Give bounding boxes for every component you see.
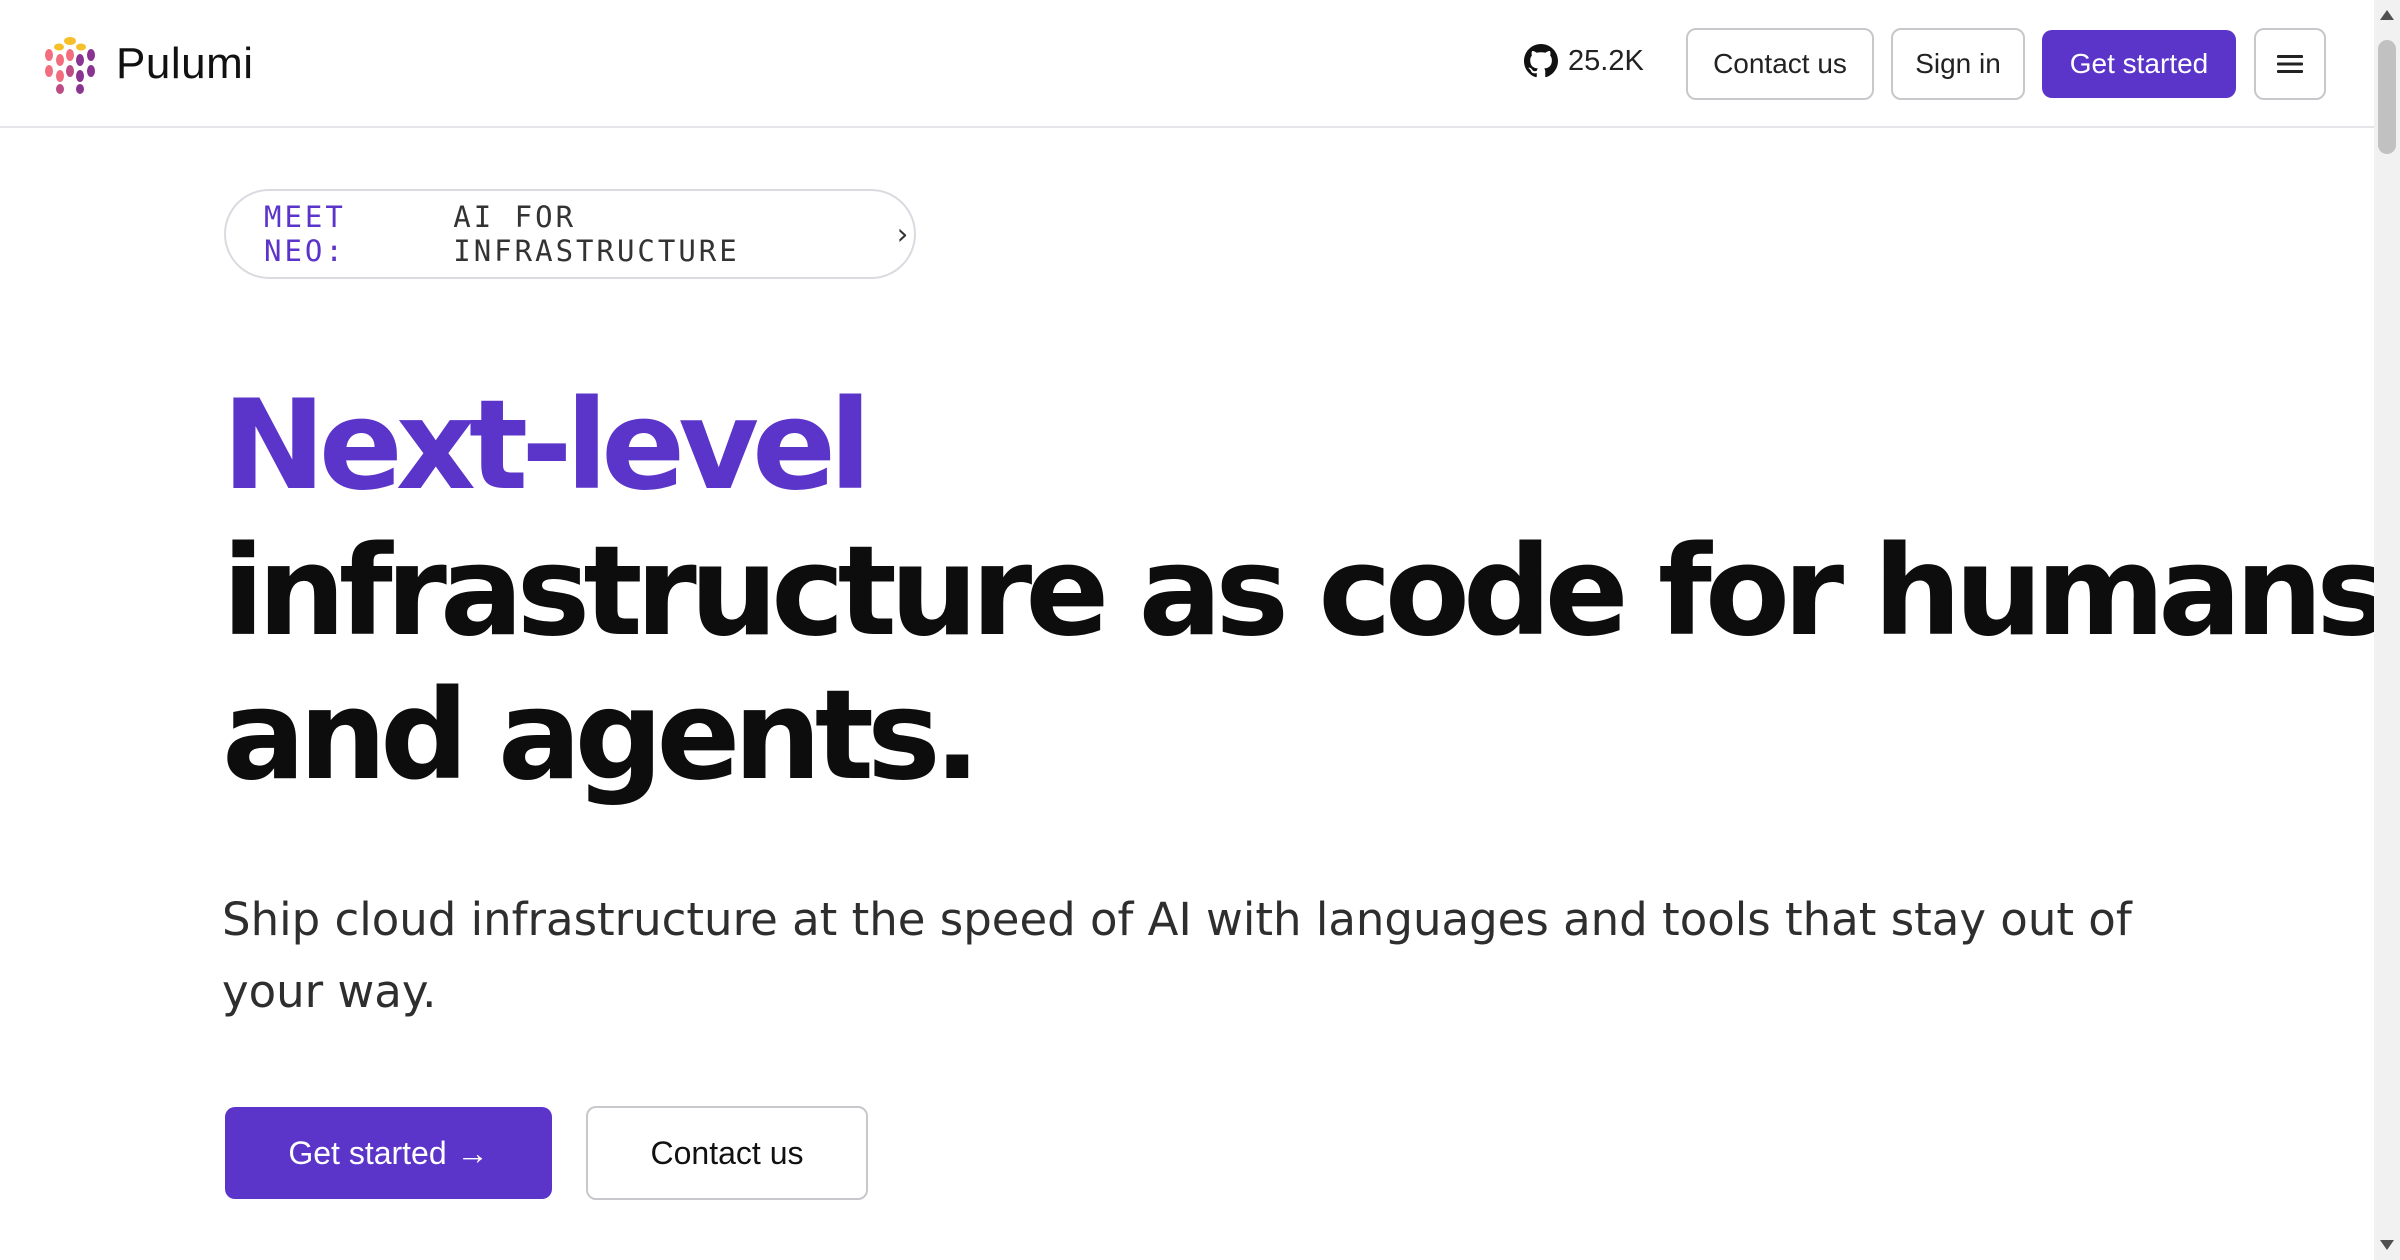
github-star-count: 25.2K: [1568, 44, 1644, 77]
menu-button[interactable]: [2254, 28, 2326, 100]
hero-title-accent: Next-level: [222, 374, 872, 518]
hero-title-line-3: and agents.: [222, 664, 981, 808]
announcement-lead: MEET NEO:: [264, 200, 346, 268]
vertical-scrollbar[interactable]: [2374, 0, 2400, 1260]
github-stars-link[interactable]: 25.2K: [1524, 44, 1644, 78]
announcement-pill[interactable]: MEET NEO: AI FOR INFRASTRUCTURE ›: [224, 189, 916, 279]
scroll-down-icon[interactable]: [2380, 1240, 2394, 1250]
page: Pulumi 25.2K Contact us Sign in Get star…: [0, 0, 2400, 1260]
top-nav: Pulumi 25.2K Contact us Sign in Get star…: [0, 0, 2374, 128]
chevron-right-icon: ›: [893, 217, 914, 251]
hero-title-line-2: infrastructure as code for humans: [222, 520, 2390, 664]
sign-in-button[interactable]: Sign in: [1891, 28, 2025, 100]
get-started-label: Get started: [288, 1134, 447, 1171]
header-contact-button[interactable]: Contact us: [1686, 28, 1874, 100]
announcement-text: AI FOR INFRASTRUCTURE: [453, 200, 740, 268]
brand-logo[interactable]: Pulumi: [40, 33, 254, 95]
scroll-up-icon[interactable]: [2380, 10, 2394, 20]
brand-name: Pulumi: [116, 39, 254, 88]
hero-get-started-button[interactable]: Get started →: [225, 1107, 552, 1199]
hero-subtitle: Ship cloud infrastructure at the speed o…: [222, 893, 2132, 1018]
hamburger-menu-icon: [2277, 55, 2303, 73]
arrow-right-icon: →: [456, 1134, 489, 1171]
header-get-started-button[interactable]: Get started: [2042, 30, 2236, 98]
hero-contact-button[interactable]: Contact us: [586, 1106, 868, 1200]
scrollbar-thumb[interactable]: [2378, 40, 2396, 154]
pulumi-logo-icon: [45, 37, 95, 94]
github-icon: [1524, 44, 1558, 78]
